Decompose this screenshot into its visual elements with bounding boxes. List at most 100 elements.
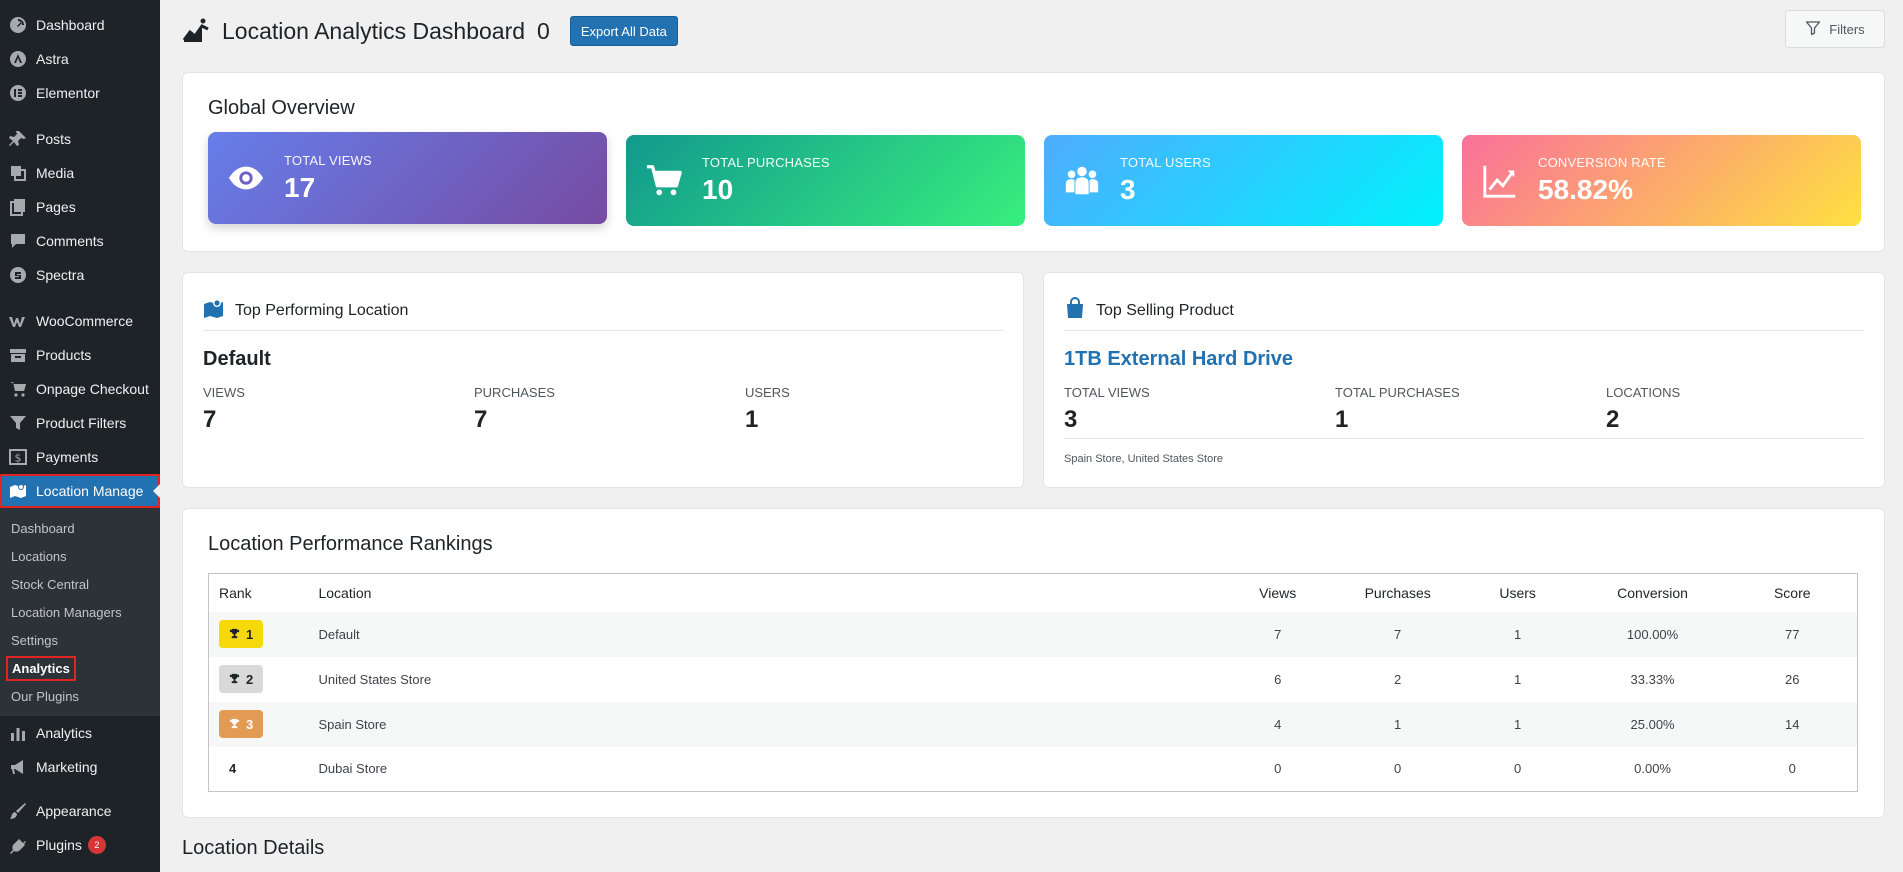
submenu-item-analytics[interactable]: Analytics	[0, 654, 160, 682]
column-header-users: Users	[1499, 584, 1536, 601]
plug-icon	[0, 835, 36, 855]
sidebar-item-dashboard[interactable]: Dashboard	[0, 8, 160, 42]
table-row: 3 Spain Store 4 1 1 25.00% 14	[208, 701, 1858, 747]
eye-icon	[208, 159, 284, 197]
page-title: Location Analytics Dashboard	[222, 17, 526, 44]
sidebar-item-posts[interactable]: Posts	[0, 122, 160, 156]
top-product-total-views: TOTAL VIEWS 3	[1064, 385, 1150, 433]
top-location-users: USERS 1	[745, 385, 790, 433]
cart-icon	[0, 379, 36, 399]
sidebar-item-payments[interactable]: $ Payments	[0, 440, 160, 474]
sidebar-item-label: Dashboard	[36, 17, 105, 33]
top-location-header: Top Performing Location	[203, 291, 1003, 331]
column-header-conversion: Conversion	[1617, 584, 1688, 601]
stat-card-conversion-rate: CONVERSION RATE 58.82%	[1462, 135, 1861, 226]
stat-card-total-purchases: TOTAL PURCHASES 10	[626, 135, 1025, 226]
page-title-count: 0	[537, 17, 550, 44]
sidebar-item-plugins[interactable]: Plugins 2	[0, 828, 160, 862]
sidebar-item-label: Elementor	[36, 85, 100, 101]
submenu-item-locations[interactable]: Locations	[0, 542, 160, 570]
dashboard-icon	[0, 15, 36, 35]
export-all-data-button[interactable]: Export All Data	[569, 16, 678, 46]
stat-card-total-views: TOTAL VIEWS 17	[208, 132, 607, 224]
sidebar-item-label: Comments	[36, 233, 104, 249]
rankings-heading: Location Performance Rankings	[208, 533, 493, 555]
top-location-name: Default	[203, 348, 271, 370]
top-location-heading: Top Performing Location	[235, 301, 409, 319]
filter-icon	[0, 413, 36, 433]
stat-value: 3	[1120, 174, 1136, 205]
location-rankings-card: Location Performance Rankings Rank Locat…	[182, 508, 1885, 818]
submenu-item-dashboard[interactable]: Dashboard	[0, 514, 160, 542]
shopping-bag-icon	[1064, 297, 1086, 324]
sidebar-item-product-filters[interactable]: Product Filters	[0, 406, 160, 440]
table-row: 4 Dubai Store 0 0 0 0.00% 0	[209, 747, 1858, 792]
stat-value: 17	[284, 171, 316, 203]
stat-label: TOTAL PURCHASES	[702, 155, 830, 170]
pin-icon	[0, 129, 36, 149]
page-header: Location Analytics Dashboard 0 Export Al…	[182, 14, 678, 48]
sidebar-item-location-manage[interactable]: Location Manage	[0, 474, 160, 508]
top-product-locations: LOCATIONS 2	[1606, 385, 1681, 433]
sidebar-item-appearance[interactable]: Appearance	[0, 794, 160, 828]
main-content: Location Analytics Dashboard 0 Export Al…	[182, 0, 1885, 872]
global-overview-heading: Global Overview	[208, 97, 355, 119]
sidebar-item-media[interactable]: Media	[0, 156, 160, 190]
top-selling-product-card: Top Selling Product 1TB External Hard Dr…	[1043, 272, 1885, 488]
dollar-icon: $	[0, 447, 36, 467]
top-product-total-purchases: TOTAL PURCHASES 1	[1335, 385, 1460, 433]
map-marker-icon	[203, 297, 225, 324]
divider	[1064, 438, 1864, 439]
trend-icon	[1462, 162, 1538, 200]
column-header-score: Score	[1773, 584, 1811, 601]
table-row: 1 Default 7 7 1 100.00% 77	[208, 611, 1858, 657]
rank-badge-silver: 2	[219, 665, 264, 693]
sidebar-item-astra[interactable]: Astra	[0, 42, 160, 76]
sidebar-item-woocommerce[interactable]: WooCommerce	[0, 304, 160, 338]
stat-label: CONVERSION RATE	[1538, 155, 1666, 170]
global-overview-card: Global Overview TOTAL VIEWS 17 TOTAL PUR…	[182, 72, 1885, 252]
filters-button[interactable]: Filters	[1785, 10, 1885, 48]
top-location-views: VIEWS 7	[203, 385, 245, 433]
rank-badge-bronze: 3	[219, 710, 264, 738]
trophy-icon	[229, 627, 240, 642]
stat-label: TOTAL USERS	[1120, 155, 1211, 170]
sidebar-item-label: Posts	[36, 131, 72, 147]
sidebar-item-spectra[interactable]: Spectra	[0, 258, 160, 292]
top-product-heading: Top Selling Product	[1096, 301, 1234, 319]
sidebar-item-elementor[interactable]: Elementor	[0, 76, 160, 110]
submenu-item-location-managers[interactable]: Location Managers	[0, 598, 160, 626]
sidebar-item-pages[interactable]: Pages	[0, 190, 160, 224]
sidebar-item-label: Onpage Checkout	[36, 381, 149, 397]
column-header-views: Views	[1259, 584, 1297, 601]
submenu-item-our-plugins[interactable]: Our Plugins	[0, 682, 160, 710]
stat-value: 58.82%	[1538, 174, 1633, 205]
stat-card-total-users: TOTAL USERS 3	[1044, 135, 1443, 226]
submenu-item-stock-central[interactable]: Stock Central	[0, 570, 160, 598]
sidebar-item-products[interactable]: Products	[0, 338, 160, 372]
users-icon	[1044, 162, 1120, 200]
top-product-header: Top Selling Product	[1064, 291, 1864, 331]
filter-icon	[1805, 20, 1821, 39]
location-details-heading: Location Details	[182, 837, 325, 859]
submenu-item-settings[interactable]: Settings	[0, 626, 160, 654]
sidebar-item-marketing[interactable]: Marketing	[0, 750, 160, 784]
trophy-icon	[229, 672, 240, 687]
table-row: 2 United States Store 6 2 1 33.33% 26	[209, 657, 1858, 702]
filters-label: Filters	[1829, 21, 1865, 37]
sidebar-item-label: Marketing	[36, 759, 98, 775]
analytics-chart-icon	[182, 16, 210, 47]
sidebar-item-comments[interactable]: Comments	[0, 224, 160, 258]
top-product-name-link[interactable]: 1TB External Hard Drive	[1064, 348, 1293, 371]
top-location-purchases: PURCHASES 7	[474, 385, 555, 433]
rank-number: 4	[229, 761, 237, 777]
rank-badge-gold: 1	[219, 620, 264, 648]
sidebar-item-label: Spectra	[36, 267, 85, 283]
woocommerce-icon	[0, 311, 36, 331]
astra-icon	[0, 49, 36, 69]
sidebar-item-label: Products	[36, 347, 92, 363]
sidebar-item-label: Plugins	[36, 837, 82, 853]
sidebar-item-analytics[interactable]: Analytics	[0, 716, 160, 750]
sidebar-item-onpage-checkout[interactable]: Onpage Checkout	[0, 372, 160, 406]
stat-value: 10	[702, 174, 734, 205]
